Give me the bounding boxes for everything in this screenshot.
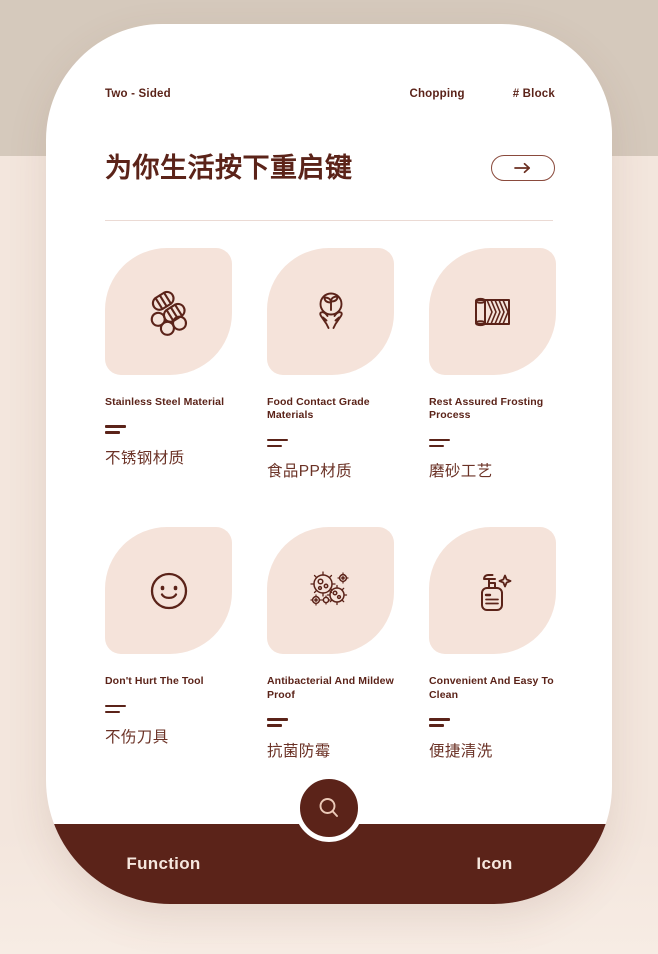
divider-bar-bottom [267, 444, 282, 448]
feature-card[interactable]: Stainless Steel Material 不锈钢材质 [105, 248, 232, 481]
divider-bar-bottom [429, 444, 444, 448]
feature-divider [105, 704, 232, 714]
feature-card[interactable]: Food Contact Grade Materials 食品PP材质 [267, 248, 394, 481]
feature-icon-tile [105, 248, 232, 375]
feature-icon-tile [429, 248, 556, 375]
arrow-right-button[interactable] [491, 155, 555, 182]
feature-title-en: Rest Assured Frosting Process [429, 396, 544, 422]
divider-bar-top [429, 718, 450, 721]
feature-title-cn: 不锈钢材质 [105, 449, 185, 467]
feature-title-cn: 抗菌防霉 [267, 742, 331, 760]
search-fab-button[interactable] [295, 774, 363, 842]
divider-bar-bottom [105, 710, 120, 714]
bottom-tab-function[interactable]: Function [46, 854, 281, 874]
feature-card[interactable]: Rest Assured Frosting Process 磨砂工艺 [429, 248, 556, 481]
feature-title-en: Food Contact Grade Materials [267, 396, 370, 422]
feature-card[interactable]: Antibacterial And Mildew Proof 抗菌防霉 [267, 527, 394, 760]
feature-icon-tile [267, 248, 394, 375]
hands-sprout-icon [303, 284, 359, 340]
arrow-right-icon [513, 162, 533, 174]
feature-title-cn: 食品PP材质 [267, 463, 353, 481]
top-nav: Two - Sided Chopping # Block [105, 88, 555, 100]
feature-title-en: Don't Hurt The Tool [105, 675, 204, 688]
divider-bar-bottom [105, 431, 120, 434]
title-row: 为你生活按下重启键 [105, 152, 555, 184]
nav-link-chopping[interactable]: Chopping [409, 88, 464, 100]
divider-bar-bottom [429, 724, 444, 727]
search-icon [316, 795, 342, 821]
feature-icon-tile [267, 527, 394, 655]
feature-grid: Stainless Steel Material 不锈钢材质 Food Cont… [105, 248, 556, 761]
page-title: 为你生活按下重启键 [105, 153, 353, 183]
divider-bar-top [105, 704, 126, 708]
title-divider [105, 220, 553, 221]
frosted-mat-roll-icon [465, 284, 521, 340]
feature-divider [105, 425, 232, 434]
bottom-tab-icon[interactable]: Icon [377, 854, 612, 874]
divider-bar-top [105, 425, 126, 428]
soap-dispenser-icon [466, 564, 520, 618]
feature-divider [429, 438, 556, 448]
divider-bar-top [267, 718, 288, 721]
feature-divider [267, 718, 394, 727]
divider-bar-top [429, 438, 450, 442]
feature-title-cn: 磨砂工艺 [429, 463, 493, 481]
feature-divider [267, 438, 394, 448]
bacteria-germs-icon [302, 562, 360, 620]
nav-right-group: Chopping # Block [409, 88, 555, 100]
feature-card[interactable]: Don't Hurt The Tool 不伤刀具 [105, 527, 232, 760]
feature-divider [429, 718, 556, 727]
divider-bar-bottom [267, 724, 282, 727]
feature-icon-tile [105, 527, 232, 655]
content-card: Two - Sided Chopping # Block 为你生活按下重启键 S… [46, 24, 612, 904]
feature-title-cn: 不伤刀具 [105, 729, 169, 747]
feature-title-en: Convenient And Easy To Clean [429, 675, 554, 701]
smiley-face-icon [143, 565, 195, 617]
feature-card[interactable]: Convenient And Easy To Clean 便捷清洗 [429, 527, 556, 760]
divider-bar-top [267, 438, 288, 442]
feature-title-en: Stainless Steel Material [105, 396, 225, 408]
feature-title-cn: 便捷清洗 [429, 742, 493, 760]
steel-pipes-icon [141, 284, 197, 340]
feature-title-en: Antibacterial And Mildew Proof [267, 675, 394, 701]
nav-link-two-sided[interactable]: Two - Sided [105, 88, 171, 100]
feature-icon-tile [429, 527, 556, 655]
nav-link-block[interactable]: # Block [513, 88, 555, 100]
